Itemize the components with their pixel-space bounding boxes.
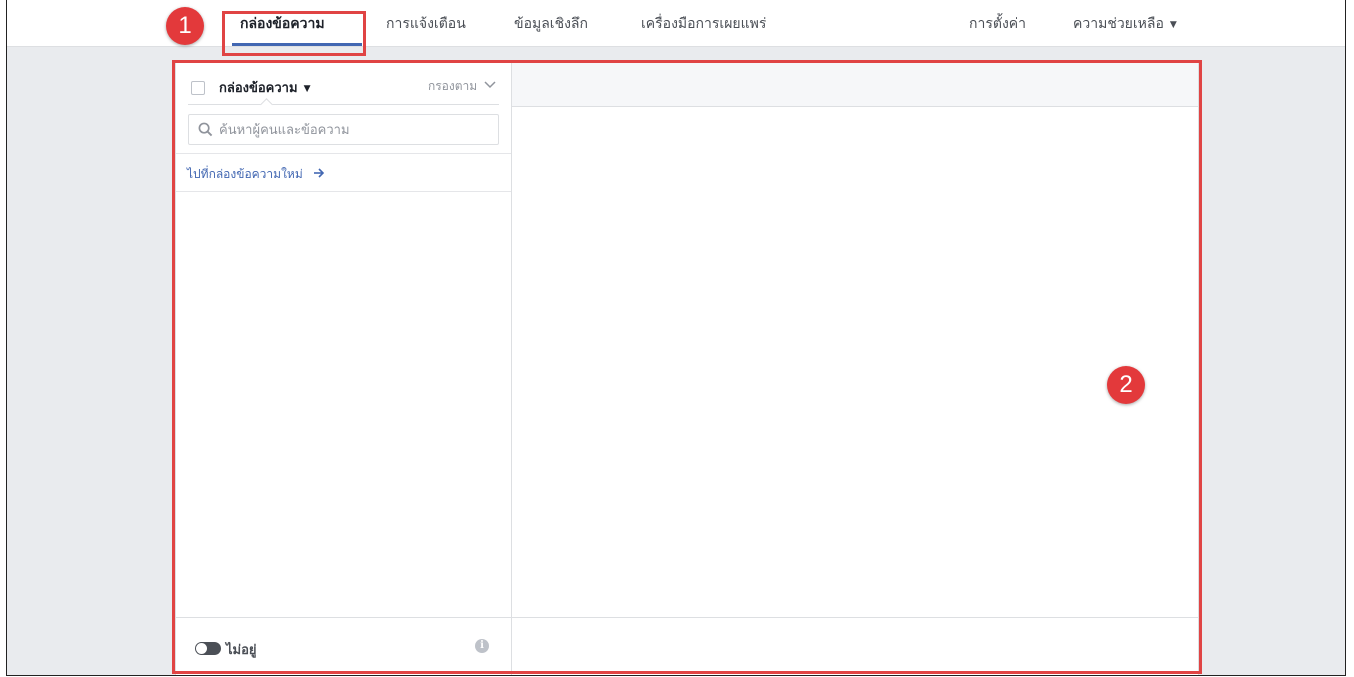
tab-insights[interactable]: ข้อมูลเชิงลึก xyxy=(514,13,588,35)
tab-notifications[interactable]: การแจ้งเตือน xyxy=(386,13,466,35)
top-nav: กล่องข้อความ การแจ้งเตือน ข้อมูลเชิงลึก … xyxy=(7,0,1345,47)
highlight-box-1 xyxy=(222,11,366,56)
caret-down-icon: ▼ xyxy=(1169,20,1177,30)
tab-settings[interactable]: การตั้งค่า xyxy=(969,13,1026,35)
app-frame: กล่องข้อความ การแจ้งเตือน ข้อมูลเชิงลึก … xyxy=(6,0,1346,676)
help-menu[interactable]: ความช่วยเหลือ ▼ xyxy=(1073,13,1177,35)
annotation-badge-2: 2 xyxy=(1107,366,1145,404)
annotation-badge-1: 1 xyxy=(166,7,204,45)
tab-publishing-tools[interactable]: เครื่องมือการเผยแพร่ xyxy=(641,13,766,35)
help-label: ความช่วยเหลือ xyxy=(1073,16,1164,32)
highlight-box-2 xyxy=(172,60,1202,674)
